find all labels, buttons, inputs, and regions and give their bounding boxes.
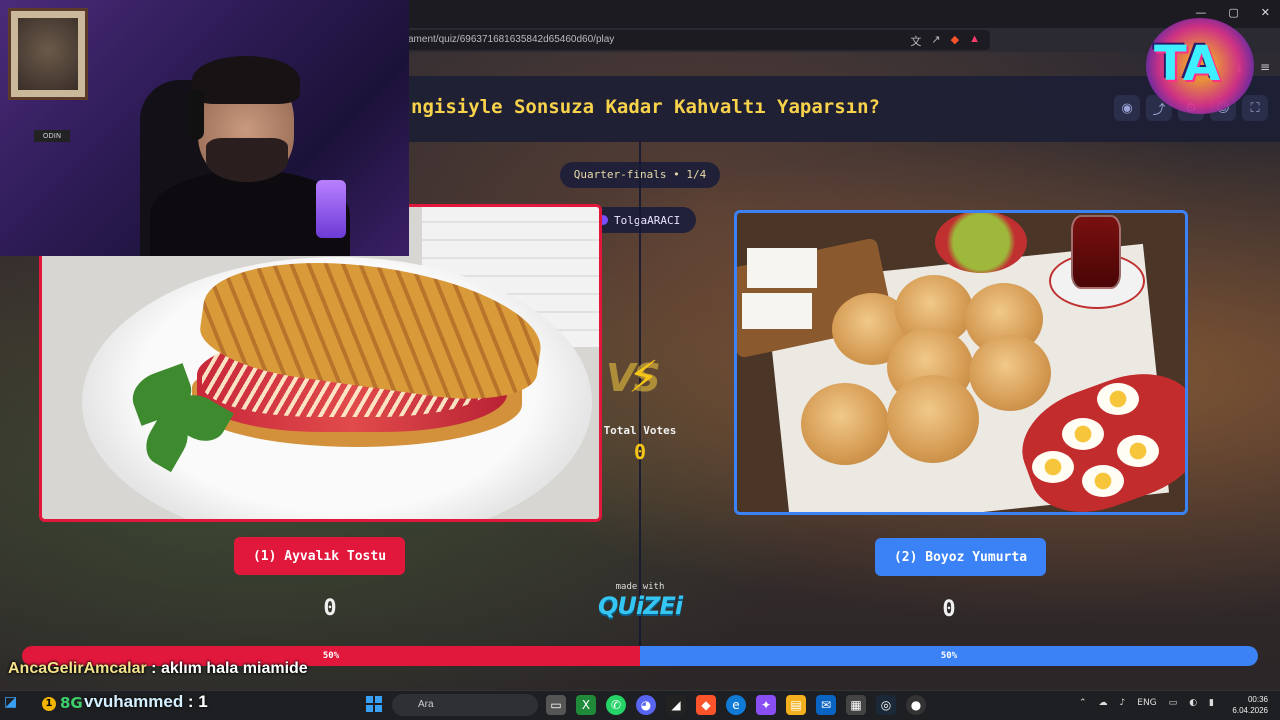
task-view-icon[interactable]: ▭ — [546, 695, 566, 715]
option-2-score: 0 — [942, 597, 956, 622]
streamer-beard-decoration — [206, 138, 288, 182]
egg-decoration — [1097, 383, 1139, 415]
excel-icon[interactable]: X — [576, 695, 596, 715]
chat-text: : aklım hala miamide — [146, 660, 308, 677]
webcam-overlay: ODIN — [0, 0, 409, 256]
chat-text: : 1 — [183, 692, 208, 711]
quiz-title: ngisiyle Sonsuza Kadar Kahvaltı Yaparsın… — [411, 96, 880, 118]
quizei-logo[interactable]: QUiZEi — [598, 592, 683, 620]
made-with-label: made with — [615, 582, 665, 592]
clock-time: 00:36 — [1247, 695, 1268, 704]
wall-sign: ODIN — [34, 130, 70, 142]
rewards-triangle-icon[interactable]: ▲ — [969, 33, 980, 49]
option-2-button[interactable]: (2) Boyoz Yumurta — [875, 538, 1046, 576]
network-icon[interactable]: ▭ — [1169, 698, 1178, 708]
file-explorer-icon[interactable]: ▤ — [786, 695, 806, 715]
egg-decoration — [1062, 418, 1104, 450]
obs-icon[interactable]: ● — [906, 695, 926, 715]
option-2-vote-bar: 50% — [640, 646, 1258, 666]
share-icon[interactable]: ↗ — [931, 33, 940, 49]
chat-username: vvuhammed — [84, 692, 184, 711]
clock-date: 6.04.2026 — [1232, 706, 1268, 715]
logo-text: TA — [1154, 36, 1221, 92]
microphone-decoration — [316, 180, 346, 238]
egg-decoration — [1032, 451, 1074, 483]
streaming-app-icon[interactable]: ◢ — [666, 695, 686, 715]
close-window-button[interactable]: ✕ — [1261, 6, 1270, 19]
option-2-image[interactable] — [734, 210, 1188, 515]
total-votes-label: Total Votes — [603, 424, 677, 437]
chat-message: AncaGelirAmcalar : aklım hala miamide — [8, 660, 308, 678]
system-clock[interactable]: 00:36 6.04.2026 — [1232, 694, 1268, 716]
tea-glass-decoration — [1071, 215, 1121, 289]
volume-icon[interactable]: ◐ — [1189, 698, 1197, 708]
headset-decoration — [186, 90, 204, 140]
translate-icon[interactable]: 文 — [910, 33, 921, 49]
steam-icon[interactable]: ◎ — [876, 695, 896, 715]
olive-bowl-decoration — [935, 213, 1027, 273]
eye-icon[interactable]: ◉ — [1114, 95, 1140, 121]
menu-icon[interactable]: ≡ — [1260, 60, 1270, 75]
taskbar-left-icons: ◪ — [4, 694, 17, 710]
brave-shield-icon[interactable]: ◆ — [951, 33, 959, 49]
widget-icon[interactable]: ◪ — [4, 694, 17, 710]
total-votes-count: 0 — [633, 440, 647, 464]
game-tag: 8G — [60, 694, 83, 712]
store-icon[interactable]: ▦ — [846, 695, 866, 715]
option-1-button[interactable]: (1) Ayvalık Tostu — [234, 537, 405, 575]
system-tray: ⌃ ☁ ♪ ENG ▭ ◐ ▮ — [1079, 698, 1214, 708]
lightning-icon: ⚡ — [628, 352, 659, 403]
user-pill: TolgaARACI — [590, 207, 696, 233]
username: TolgaARACI — [614, 213, 681, 227]
chevron-up-icon[interactable]: ⌃ — [1079, 698, 1087, 708]
language-indicator[interactable]: ENG — [1137, 698, 1156, 708]
address-bar-icons: 文 ↗ ◆ ▲ — [910, 33, 980, 49]
chat-message: vvuhammed : 1 — [84, 692, 208, 712]
boyoz-decoration — [801, 383, 889, 465]
cheese-decoration — [742, 293, 812, 329]
cheese-decoration — [747, 248, 817, 288]
windows-start-icon[interactable] — [366, 696, 382, 712]
egg-decoration — [1082, 465, 1124, 497]
taskbar-search[interactable]: Ara — [392, 694, 538, 716]
chat-username: AncaGelirAmcalar — [8, 660, 147, 677]
discord-icon[interactable]: ◕ — [636, 695, 656, 715]
egg-decoration — [1117, 435, 1159, 467]
taskbar-apps: ▭ X ✆ ◕ ◢ ◆ e ✦ ▤ ✉ ▦ ◎ ● — [546, 695, 926, 715]
notification-badge: 1 — [42, 697, 56, 711]
url-text[interactable]: ament/quiz/696371681635842d65460d60/play — [408, 34, 614, 45]
mic-icon[interactable]: ♪ — [1120, 698, 1126, 708]
whatsapp-icon[interactable]: ✆ — [606, 695, 626, 715]
brave-browser-icon[interactable]: ◆ — [696, 695, 716, 715]
option-1-score: 0 — [323, 596, 337, 621]
outlook-icon[interactable]: ✉ — [816, 695, 836, 715]
cloud-icon[interactable]: ☁ — [1099, 698, 1108, 708]
edge-icon[interactable]: e — [726, 695, 746, 715]
streamer-hair-decoration — [192, 56, 300, 104]
portrait-decoration — [18, 18, 78, 90]
battery-icon[interactable]: ▮ — [1209, 698, 1214, 708]
copilot-icon[interactable]: ✦ — [756, 695, 776, 715]
channel-logo: TA — [1140, 14, 1260, 118]
boyoz-decoration — [969, 335, 1051, 411]
address-bar[interactable]: ament/quiz/696371681635842d65460d60/play… — [400, 30, 990, 50]
boyoz-decoration — [887, 375, 979, 463]
